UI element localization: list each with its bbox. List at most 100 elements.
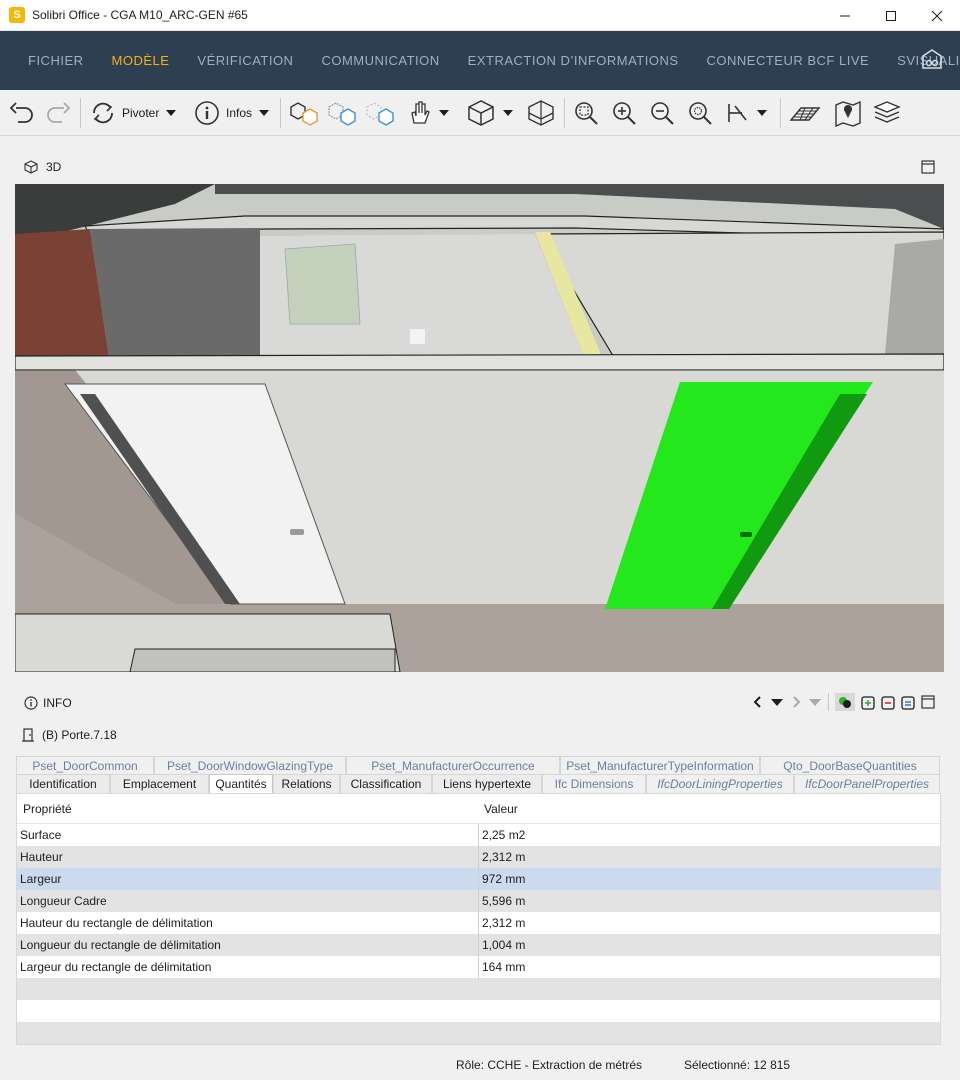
zoom-in-button[interactable] xyxy=(611,90,637,136)
minimize-button[interactable] xyxy=(822,0,868,31)
tab-ifcdoorpanelproperties[interactable]: IfcDoorPanelProperties xyxy=(794,774,940,793)
table-row[interactable]: Longueur Cadre 5,596 m xyxy=(17,890,940,912)
view3d-viewport[interactable] xyxy=(15,184,944,672)
tab-pset-doorcommon[interactable]: Pset_DoorCommon xyxy=(16,756,154,775)
column-header-valeur[interactable]: Valeur xyxy=(479,802,518,816)
measure-dropdown[interactable] xyxy=(726,90,767,136)
maximize-button[interactable] xyxy=(868,0,914,31)
maximize-panel-button[interactable] xyxy=(921,160,935,177)
table-row-empty xyxy=(17,1022,940,1044)
app-logo: S xyxy=(9,7,25,23)
tab-pset-doorwindowglazingtype[interactable]: Pset_DoorWindowGlazingType xyxy=(154,756,346,775)
rotate-icon xyxy=(93,102,113,124)
info-title: INFO xyxy=(43,696,72,710)
menu-connecteur-bcf[interactable]: CONNECTEUR BCF LIVE xyxy=(707,53,870,68)
forward-history-caret-icon[interactable] xyxy=(808,697,822,707)
property-tabs-row2: Identification Emplacement Quantités Rel… xyxy=(16,774,940,793)
section-box-button[interactable] xyxy=(526,90,556,136)
tab-identification[interactable]: Identification xyxy=(16,774,110,793)
hide-button[interactable] xyxy=(364,90,396,136)
row-property: Largeur du rectangle de délimitation xyxy=(17,956,479,978)
add-to-basket-icon[interactable] xyxy=(861,694,875,710)
undo-icon xyxy=(9,102,33,123)
tab-pset-manufacturertypeinformation[interactable]: Pset_ManufacturerTypeInformation xyxy=(560,756,760,775)
replace-basket-icon[interactable] xyxy=(901,694,915,710)
layers-button[interactable] xyxy=(872,90,902,136)
table-row[interactable]: Surface 2,25 m2 xyxy=(17,824,940,846)
zoom-out-button[interactable] xyxy=(649,90,675,136)
chevron-down-icon xyxy=(503,110,513,116)
view3d-header: 3D xyxy=(15,153,945,181)
forward-arrow-icon[interactable] xyxy=(790,695,802,709)
toolbar-separator xyxy=(780,98,781,128)
maximize-icon xyxy=(886,10,896,21)
hide-components-icon xyxy=(366,102,394,126)
row-property: Hauteur du rectangle de délimitation xyxy=(17,912,479,934)
tab-ifcdoorliningproperties[interactable]: IfcDoorLiningProperties xyxy=(646,774,794,793)
floor-grid-icon xyxy=(789,107,821,121)
table-row[interactable]: Hauteur du rectangle de délimitation 2,3… xyxy=(17,912,940,934)
select-hand-dropdown[interactable] xyxy=(406,90,449,136)
tab-pset-manufactureroccurrence[interactable]: Pset_ManufacturerOccurrence xyxy=(346,756,560,775)
menu-fichier[interactable]: FICHIER xyxy=(28,53,84,68)
selection-basket-icon[interactable] xyxy=(835,693,855,711)
title-bar: S Solibri Office - CGA M10_ARC-GEN #65 xyxy=(0,0,960,31)
table-row[interactable]: Largeur du rectangle de délimitation 164… xyxy=(17,956,940,978)
isolate-button[interactable] xyxy=(288,90,320,136)
floor-plan-button[interactable] xyxy=(789,90,821,136)
table-row[interactable]: Longueur du rectangle de délimitation 1,… xyxy=(17,934,940,956)
row-property: Hauteur xyxy=(17,846,479,868)
view-cube-dropdown[interactable] xyxy=(466,90,513,136)
tab-ifc-dimensions[interactable]: Ifc Dimensions xyxy=(542,774,646,793)
remove-from-basket-icon[interactable] xyxy=(881,694,895,710)
row-value: 2,312 m xyxy=(482,916,526,930)
menu-modele[interactable]: MODÈLE xyxy=(112,53,170,68)
zoom-selection-icon xyxy=(689,102,712,125)
redo-button[interactable] xyxy=(44,90,72,136)
toolbar-separator xyxy=(828,693,829,711)
row-property: Longueur Cadre xyxy=(17,890,479,912)
cloud-account-icon[interactable] xyxy=(920,48,944,75)
chevron-down-icon xyxy=(439,110,449,116)
toolbar-separator xyxy=(80,98,81,128)
tab-relations[interactable]: Relations xyxy=(273,774,340,793)
zoom-selection-button[interactable] xyxy=(687,90,713,136)
menu-communication[interactable]: COMMUNICATION xyxy=(321,53,439,68)
toolbar-separator xyxy=(564,98,565,128)
info-label: Infos xyxy=(226,106,253,120)
column-header-propriete[interactable]: Propriété xyxy=(17,802,479,816)
view3d-title: 3D xyxy=(46,160,62,174)
map-button[interactable] xyxy=(833,90,863,136)
table-row-selected[interactable]: Largeur 972 mm xyxy=(17,868,940,890)
zoom-fit-button[interactable] xyxy=(573,90,599,136)
menu-verification[interactable]: VÉRIFICATION xyxy=(197,53,293,68)
tab-qto-doorbasequantities[interactable]: Qto_DoorBaseQuantities xyxy=(760,756,940,775)
info-icon xyxy=(195,101,219,125)
minimize-icon xyxy=(840,15,850,16)
row-value: 5,596 m xyxy=(482,894,526,908)
status-bar: Rôle: CCHE - Extraction de métrés Sélect… xyxy=(0,1050,960,1080)
back-arrow-icon[interactable] xyxy=(752,695,764,709)
rotate-dropdown[interactable]: Pivoter xyxy=(90,90,177,136)
undo-button[interactable] xyxy=(8,90,36,136)
info-dropdown[interactable]: Infos xyxy=(194,90,270,136)
section-box-icon xyxy=(528,100,554,126)
row-value: 972 mm xyxy=(482,872,526,886)
cube-view-icon xyxy=(468,100,494,126)
tab-classification[interactable]: Classification xyxy=(340,774,432,793)
transparency-button[interactable] xyxy=(326,90,358,136)
close-button[interactable] xyxy=(914,0,960,31)
property-set-tabs-row1: Pset_DoorCommon Pset_DoorWindowGlazingTy… xyxy=(16,756,940,775)
tab-quantites[interactable]: Quantités xyxy=(209,774,273,793)
quantities-table: Propriété Valeur Surface 2,25 m2 Hauteur… xyxy=(16,793,941,1045)
layers-icon xyxy=(873,101,901,123)
table-row[interactable]: Hauteur 2,312 m xyxy=(17,846,940,868)
ribbon-menu: FICHIER MODÈLE VÉRIFICATION COMMUNICATIO… xyxy=(0,31,960,90)
tab-liens-hypertexte[interactable]: Liens hypertexte xyxy=(432,774,542,793)
window-maximize-icon[interactable] xyxy=(921,695,935,709)
info-icon xyxy=(24,696,38,710)
menu-extraction[interactable]: EXTRACTION D’INFORMATIONS xyxy=(468,53,679,68)
tab-emplacement[interactable]: Emplacement xyxy=(110,774,209,793)
back-history-caret-icon[interactable] xyxy=(770,697,784,707)
zoom-in-icon xyxy=(613,102,636,125)
